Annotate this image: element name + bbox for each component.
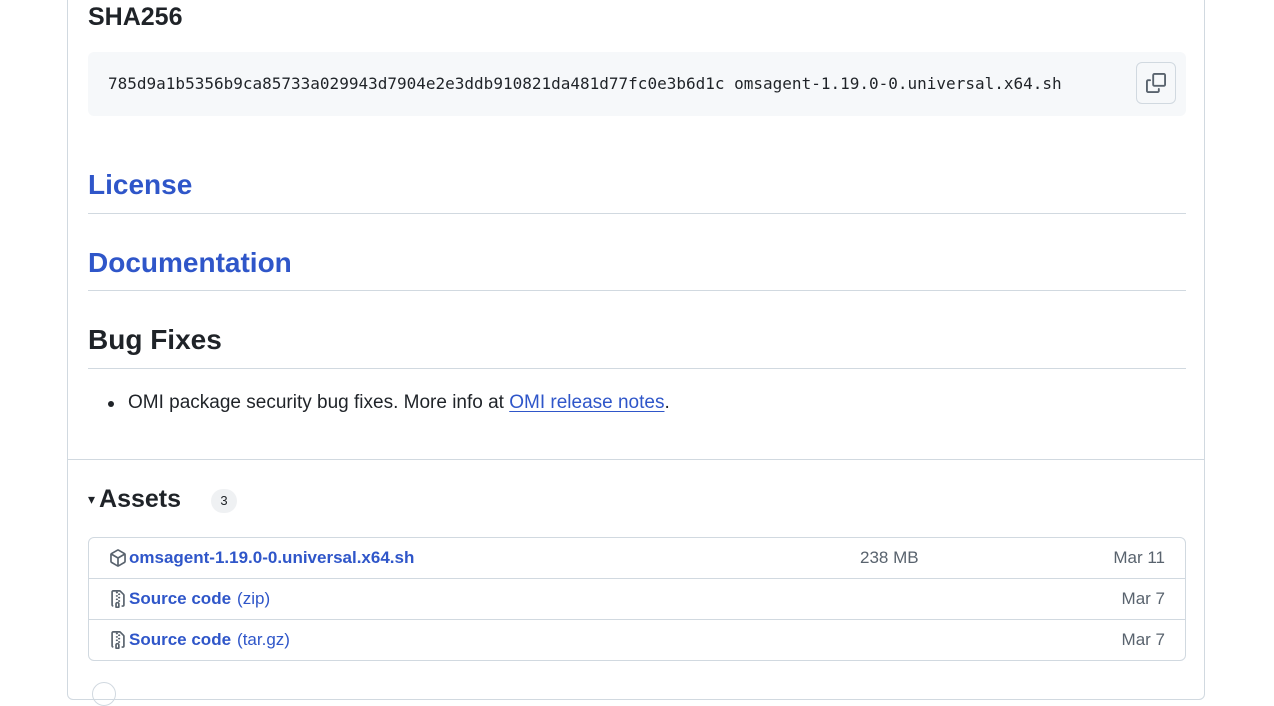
license-heading-link[interactable]: License (88, 167, 192, 203)
asset-name: Source code (129, 630, 232, 649)
package-icon (110, 549, 126, 567)
documentation-heading-link[interactable]: Documentation (88, 245, 292, 281)
asset-row: Source code (tar.gz) Mar 7 (89, 619, 1185, 660)
documentation-rule (88, 290, 1186, 291)
copy-icon (1146, 73, 1166, 93)
bug-fix-list: OMI package security bug fixes. More inf… (88, 389, 670, 417)
sha256-code[interactable]: 785d9a1b5356b9ca85733a029943d7904e2e3ddb… (108, 73, 1062, 95)
bug-fix-period: . (664, 392, 670, 413)
asset-date: Mar 11 (1113, 548, 1165, 567)
omi-release-notes-link[interactable]: OMI release notes (509, 392, 664, 413)
copy-button[interactable] (1136, 62, 1176, 104)
bug-fixes-heading: Bug Fixes (88, 324, 222, 355)
bug-fixes-rule (88, 368, 1186, 369)
asset-suffix: (zip) (237, 589, 271, 608)
asset-link[interactable]: Source code (zip) (129, 589, 270, 609)
asset-suffix: (tar.gz) (237, 630, 290, 649)
asset-date: Mar 7 (1121, 589, 1165, 608)
bullet-icon (108, 401, 114, 407)
asset-link[interactable]: omsagent-1.19.0-0.universal.x64.sh (129, 548, 414, 568)
assets-divider (68, 459, 1204, 460)
asset-date: Mar 7 (1121, 630, 1165, 649)
list-item: OMI package security bug fixes. More inf… (88, 389, 670, 417)
asset-link[interactable]: Source code (tar.gz) (129, 630, 290, 650)
license-rule (88, 213, 1186, 214)
asset-row: omsagent-1.19.0-0.universal.x64.sh 238 M… (89, 538, 1185, 578)
file-zip-icon (111, 631, 125, 649)
release-card: SHA256 785d9a1b5356b9ca85733a029943d7904… (67, 0, 1205, 706)
bug-fix-text: OMI package security bug fixes. More inf… (128, 392, 510, 413)
assets-title: Assets (99, 485, 182, 513)
assets-list: omsagent-1.19.0-0.universal.x64.sh 238 M… (88, 537, 1186, 661)
asset-name: Source code (129, 589, 232, 608)
assets-count-badge: 3 (211, 489, 238, 513)
asset-row: Source code (zip) Mar 7 (89, 578, 1185, 619)
file-zip-icon (111, 590, 125, 608)
reaction-button[interactable] (92, 682, 116, 706)
sha256-code-block: 785d9a1b5356b9ca85733a029943d7904e2e3ddb… (88, 52, 1186, 116)
asset-size: 238 MB (860, 548, 919, 567)
triangle-down-icon: ▾ (88, 491, 96, 507)
sha256-heading: SHA256 (88, 3, 183, 31)
assets-toggle[interactable]: ▾ Assets 3 (88, 485, 238, 513)
